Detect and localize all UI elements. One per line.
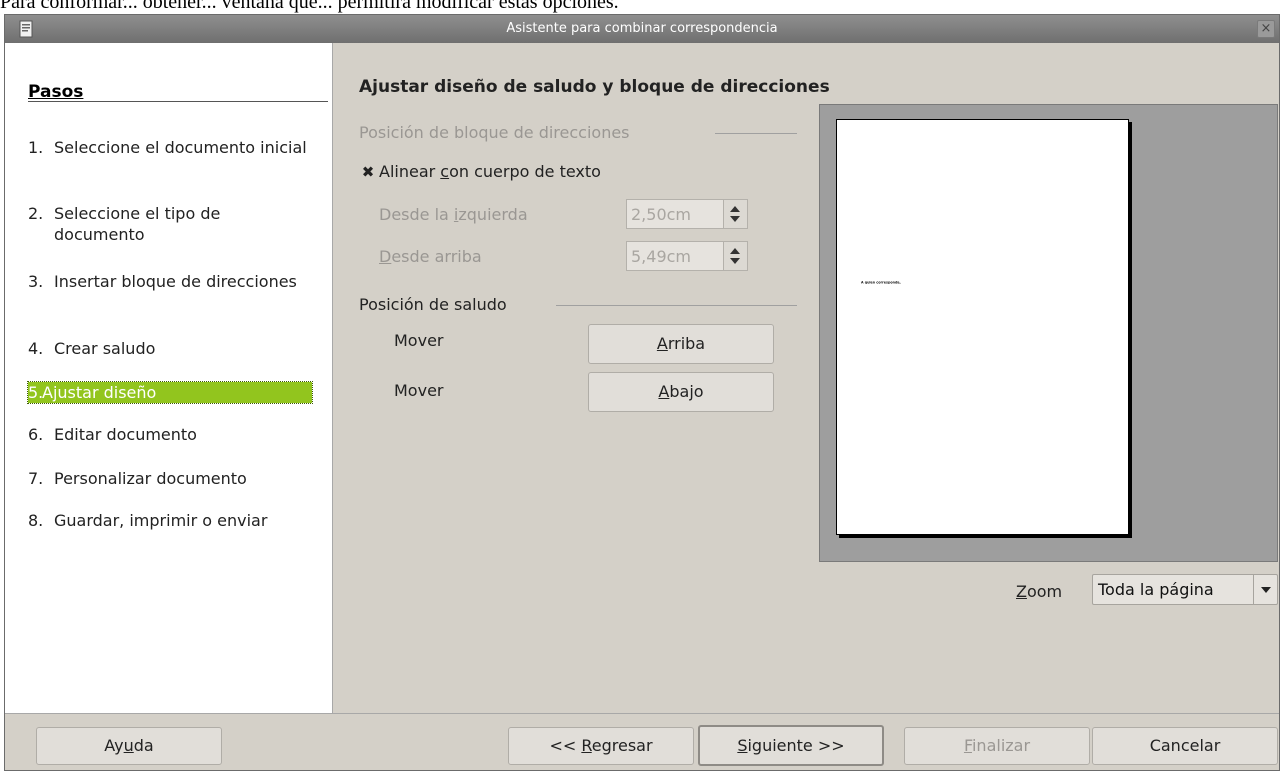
close-button[interactable]: × — [1257, 20, 1275, 38]
spin-down-icon[interactable] — [730, 216, 740, 222]
step-number: 3. — [28, 272, 44, 291]
step-label: Crear saludo — [54, 339, 156, 358]
window-title: Asistente para combinar correspondencia — [506, 21, 778, 36]
spin-down-icon[interactable] — [730, 258, 740, 264]
sidebar-title: Pasos — [28, 82, 84, 102]
align-with-body-checkbox[interactable]: ✖ — [361, 165, 375, 180]
step-label: Seleccione el tipo de documento — [54, 204, 221, 244]
step-number: 4. — [28, 339, 44, 358]
background-document-text: Para conformar... obtener... ventana que… — [0, 0, 619, 13]
step-number: 8. — [28, 511, 44, 530]
mail-merge-wizard-dialog: Asistente para combinar correspondencia … — [4, 14, 1280, 771]
spinner-buttons[interactable] — [723, 242, 747, 270]
from-top-value: 5,49cm — [631, 247, 692, 266]
step-label: Seleccione el documento inicial — [54, 138, 307, 157]
step-create-salutation[interactable]: 4. Crear saludo — [28, 338, 313, 359]
step-select-starting-document[interactable]: 1. Seleccione el documento inicial — [28, 137, 313, 158]
step-insert-address-block[interactable]: 3. Insertar bloque de direcciones — [28, 271, 313, 292]
step-number: 7. — [28, 469, 44, 488]
spin-up-icon[interactable] — [730, 206, 740, 212]
step-label: Personalizar documento — [54, 469, 247, 488]
cancel-button[interactable]: Cancelar — [1092, 727, 1278, 765]
group-divider — [715, 133, 797, 134]
step-save-print-send[interactable]: 8. Guardar, imprimir o enviar — [28, 510, 313, 531]
group-divider — [556, 305, 797, 306]
step-number: 5. — [28, 383, 44, 402]
step-number: 6. — [28, 425, 44, 444]
step-label: Ajustar diseño — [42, 383, 157, 402]
move-label: Mover — [394, 331, 444, 350]
sidebar-divider — [28, 101, 328, 102]
salutation-group-title: Posición de saludo — [359, 295, 507, 314]
move-down-button[interactable]: Abajo — [588, 372, 774, 412]
preview-page: A quien corresponda, — [836, 119, 1129, 535]
from-top-spinner[interactable]: 5,49cm — [626, 241, 748, 271]
close-icon: × — [1260, 21, 1272, 36]
help-button[interactable]: Ayuda — [36, 727, 222, 765]
step-label: Editar documento — [54, 425, 197, 444]
from-left-label: Desde la izquierda — [379, 205, 528, 224]
align-with-body-label[interactable]: Alinear con cuerpo de texto — [379, 162, 601, 181]
title-bar[interactable]: Asistente para combinar correspondencia … — [5, 15, 1279, 43]
step-edit-document[interactable]: 6. Editar documento — [28, 424, 313, 445]
zoom-dropdown[interactable]: Toda la página — [1092, 574, 1278, 605]
footer-divider — [5, 713, 1279, 714]
spin-up-icon[interactable] — [730, 248, 740, 254]
layout-preview: A quien corresponda, — [819, 104, 1278, 562]
next-button[interactable]: Siguiente >> — [698, 725, 884, 766]
step-personalize-document[interactable]: 7. Personalizar documento — [28, 468, 313, 489]
spinner-buttons[interactable] — [723, 200, 747, 228]
step-label: Guardar, imprimir o enviar — [54, 511, 268, 530]
from-left-spinner[interactable]: 2,50cm — [626, 199, 748, 229]
chevron-down-icon[interactable] — [1253, 575, 1277, 604]
step-label: Insertar bloque de direcciones — [54, 272, 297, 291]
from-top-label: Desde arriba — [379, 247, 482, 266]
back-button[interactable]: << Regresar — [508, 727, 694, 765]
zoom-label: Zoom — [1016, 582, 1063, 601]
page-title: Ajustar diseño de saludo y bloque de dir… — [359, 77, 830, 97]
steps-sidebar: Pasos 1. Seleccione el documento inicial … — [5, 43, 333, 713]
preview-salutation-text: A quien corresponda, — [861, 280, 901, 285]
from-left-value: 2,50cm — [631, 205, 692, 224]
finish-button[interactable]: Finalizar — [904, 727, 1090, 765]
step-adjust-layout[interactable]: 5.Ajustar diseño — [27, 381, 313, 404]
step-select-document-type[interactable]: 2. Seleccione el tipo de documento — [28, 203, 313, 245]
zoom-value: Toda la página — [1098, 580, 1214, 599]
step-number: 1. — [28, 138, 44, 157]
step-number: 2. — [28, 204, 44, 223]
move-up-button[interactable]: Arriba — [588, 324, 774, 364]
move-label: Mover — [394, 381, 444, 400]
address-block-group-title: Posición de bloque de direcciones — [359, 123, 630, 142]
